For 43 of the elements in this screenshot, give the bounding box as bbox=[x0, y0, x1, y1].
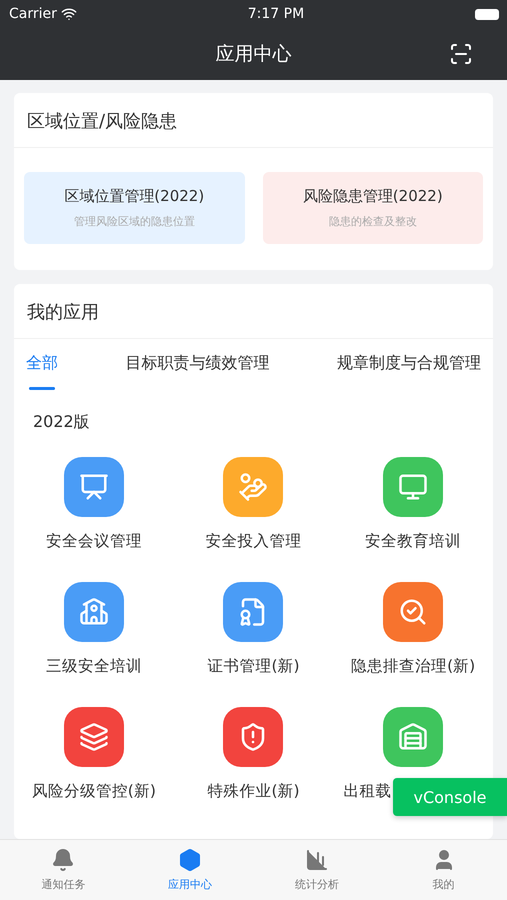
shield-alert-icon[interactable] bbox=[223, 707, 284, 767]
category-tab[interactable]: 目标职责与绩效管理 bbox=[120, 339, 276, 390]
app-label: 证书管理(新) bbox=[207, 656, 300, 677]
app-label: 出租载 bbox=[343, 781, 392, 802]
app-label: 安全投入管理 bbox=[205, 531, 302, 552]
layers-icon[interactable] bbox=[64, 707, 124, 767]
app-label: 三级安全培训 bbox=[46, 656, 142, 677]
tab-bar-item[interactable]: 统计分析 bbox=[254, 840, 380, 900]
battery-icon bbox=[475, 8, 499, 20]
tile-title: 风险隐患管理(2022) bbox=[302, 187, 443, 206]
scan-button[interactable] bbox=[449, 42, 473, 66]
app-label: 风险分级管控(新) bbox=[32, 781, 156, 802]
tab-bar-item[interactable]: 应用中心 bbox=[126, 840, 254, 900]
certificate-icon[interactable] bbox=[223, 582, 284, 642]
vconsole-button[interactable]: vConsole bbox=[393, 778, 507, 816]
clock: 7:17 PM bbox=[248, 6, 304, 22]
tile-subtitle: 管理风险区域的隐患位置 bbox=[74, 214, 195, 229]
category-tab[interactable]: 规章制度与合规管理 bbox=[331, 339, 487, 390]
monitor-icon[interactable] bbox=[383, 457, 444, 517]
feature-tile[interactable]: 区域位置管理(2022) 管理风险区域的隐患位置 bbox=[24, 172, 244, 244]
warehouse-icon[interactable] bbox=[383, 707, 444, 767]
tile-subtitle: 隐患的检查及整改 bbox=[328, 214, 417, 229]
category-tab[interactable]: 全部 bbox=[20, 339, 64, 390]
feature-tile[interactable]: 风险隐患管理(2022) 隐患的检查及整改 bbox=[262, 172, 483, 244]
wifi-icon bbox=[60, 6, 77, 22]
search-icon[interactable] bbox=[383, 582, 444, 642]
tab-bar-item[interactable]: 通知任务 bbox=[0, 840, 127, 900]
section-title: 区域位置/风险隐患 bbox=[14, 93, 493, 148]
tab-bar-item[interactable]: 我的 bbox=[380, 840, 507, 900]
group-heading: 2022版 bbox=[32, 411, 91, 433]
classroom-icon[interactable] bbox=[64, 582, 124, 642]
carrier: Carrier bbox=[9, 6, 57, 22]
bell-icon bbox=[51, 848, 76, 872]
tile-title: 区域位置管理(2022) bbox=[64, 187, 204, 206]
page-title: 应用中心 bbox=[216, 42, 292, 67]
app-label: 隐患排查治理(新) bbox=[351, 656, 476, 677]
presentation-icon[interactable] bbox=[64, 457, 124, 517]
app-label: 安全会议管理 bbox=[46, 531, 142, 552]
app-label: 安全教育培训 bbox=[365, 531, 462, 552]
hands-icon[interactable] bbox=[223, 457, 284, 517]
cube-icon bbox=[178, 848, 202, 872]
app-label: 特殊作业(新) bbox=[207, 781, 300, 802]
section-title: 我的应用 bbox=[14, 284, 493, 339]
